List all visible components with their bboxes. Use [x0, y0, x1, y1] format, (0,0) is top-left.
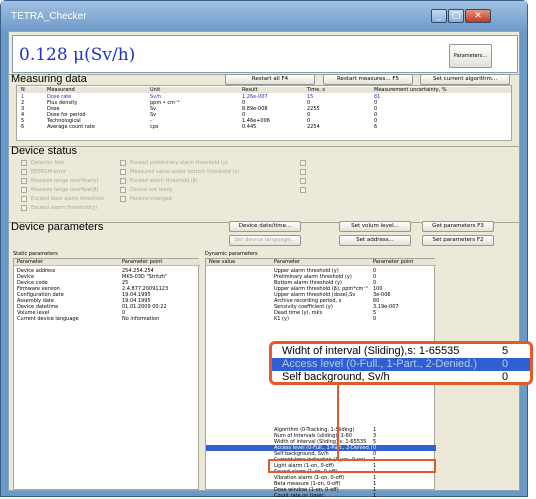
- callout-value: 5: [502, 345, 509, 357]
- table-cell: Count rate on timer:: [274, 493, 325, 499]
- table-cell: 3.19e-007: [373, 304, 399, 310]
- set-algorithm-button[interactable]: Set current algorithm...: [420, 74, 510, 85]
- measuring-table: N Measurand Unit Result Time, s Measurem…: [16, 85, 512, 141]
- table-cell: Average count rate: [47, 124, 95, 130]
- status-label: Measure range overflow(y): [31, 178, 99, 184]
- col-header: Parameter point: [122, 259, 163, 265]
- col-header: Measurement uncertainty, %: [374, 87, 447, 93]
- app-window: TETRA_Checker _ □ ✕ 0.128 μ(Sv/h) Parame…: [0, 0, 528, 499]
- callout-label: Access level (0-Full., 1-Part., 2-Denied…: [282, 358, 478, 370]
- status-checkbox[interactable]: [120, 178, 126, 184]
- status-label: Device not ready: [130, 187, 173, 193]
- col-header: Result: [242, 87, 258, 93]
- device-datetime-button[interactable]: Device date/time...: [229, 221, 301, 232]
- status-checkbox[interactable]: [300, 187, 306, 193]
- table-cell: 01.01.2009 00:22: [122, 304, 167, 310]
- status-label: Measured value under bottom threshold (y…: [130, 169, 240, 175]
- callout-row: Access level (0-Full., 1-Part., 2-Denied…: [272, 358, 530, 371]
- table-header: New value Parameter Parameter point: [206, 259, 436, 266]
- set-address-button[interactable]: Set address...: [339, 235, 411, 246]
- callout-row: Self background, Sv/h 0: [272, 371, 530, 383]
- col-header: Parameter: [274, 259, 301, 265]
- static-title: Static parameters: [13, 251, 58, 257]
- col-header: N: [21, 87, 25, 93]
- title-bar[interactable]: TETRA_Checker _ □ ✕: [1, 1, 527, 31]
- table-header: N Measurand Unit Result Time, s Measurem…: [17, 87, 511, 93]
- status-checkbox[interactable]: [300, 160, 306, 166]
- table-cell: 2254: [307, 124, 320, 130]
- status-checkbox[interactable]: [21, 178, 27, 184]
- table-cell: 0: [373, 316, 377, 322]
- rate-display: 0.128 μ(Sv/h) Parameters...: [12, 35, 518, 73]
- table-row: 6 Average count rate cps 0.445 2254 6: [17, 124, 511, 130]
- status-checkbox[interactable]: [120, 160, 126, 166]
- table-cell: 6: [374, 124, 378, 130]
- main-area: 0.128 μ(Sv/h) Parameters... Measuring da…: [8, 31, 520, 499]
- col-header: Parameter point: [373, 259, 414, 265]
- status-label: Exceed alarm threshold(y): [31, 205, 98, 211]
- status-checkbox[interactable]: [21, 169, 27, 175]
- status-checkbox[interactable]: [21, 160, 27, 166]
- minimize-button[interactable]: _: [431, 9, 447, 23]
- set-language-button[interactable]: Set device language...: [229, 235, 301, 246]
- table-cell: Current device language: [17, 316, 79, 322]
- device-parameters-title: Device parameters: [11, 221, 104, 233]
- status-label: Measure range overflow(β): [31, 187, 99, 193]
- zoom-callout: Widht of interval (Sliding),s: 1-65535 5 A…: [269, 341, 533, 385]
- status-label: Exceed dose alarm threshold: [31, 196, 104, 202]
- callout-connector: [337, 385, 339, 459]
- table-cell: No information: [122, 316, 160, 322]
- status-checkbox[interactable]: [120, 187, 126, 193]
- status-label: Exceed preliminary alarm threshold (y): [130, 160, 228, 166]
- callout-value: 0: [502, 358, 509, 370]
- divider: [9, 146, 519, 147]
- restart-measures-button[interactable]: Restart measures... F5: [323, 74, 413, 85]
- window-title: TETRA_Checker: [11, 11, 87, 22]
- table-cell: 6: [21, 124, 25, 130]
- status-label: Detector fails: [31, 160, 65, 166]
- status-checkbox[interactable]: [120, 196, 126, 202]
- col-header: Measurand: [47, 87, 75, 93]
- col-header: Parameter: [17, 259, 44, 265]
- col-header: Unit: [150, 87, 161, 93]
- set-parameters-button[interactable]: Set parameters F2: [422, 235, 494, 246]
- table-cell: 1: [373, 493, 377, 499]
- status-checkbox[interactable]: [120, 169, 126, 175]
- measuring-data-title: Measuring data: [11, 73, 87, 85]
- status-checkbox[interactable]: [300, 169, 306, 175]
- status-label: EEPROM error: [31, 169, 66, 175]
- status-checkbox[interactable]: [21, 187, 27, 193]
- close-button[interactable]: ✕: [465, 9, 491, 23]
- status-label: Exceed alarm threshold (β): [130, 178, 198, 184]
- status-checkbox[interactable]: [21, 196, 27, 202]
- dose-rate-value: 0.128 μ(Sv/h): [19, 45, 136, 65]
- callout-value: 0: [502, 371, 509, 383]
- callout-label: Self background, Sv/h: [282, 371, 390, 383]
- maximize-button[interactable]: □: [448, 9, 464, 23]
- highlight-box: [268, 459, 436, 473]
- get-parameters-button[interactable]: Get parameters F3: [422, 221, 494, 232]
- table-cell: cps: [150, 124, 159, 130]
- table-cell: K1 (y): [274, 316, 289, 322]
- callout-label: Widht of interval (Sliding),s: 1-65535: [282, 345, 460, 357]
- table-cell: MKS-03D "Stritzh": [122, 274, 168, 280]
- col-header: Time, s: [307, 87, 326, 93]
- parameters-button[interactable]: Parameters...: [449, 44, 492, 68]
- device-status-title: Device status: [11, 145, 78, 157]
- status-checkbox[interactable]: [21, 205, 27, 211]
- status-checkbox[interactable]: [300, 178, 306, 184]
- col-header: New value: [209, 259, 236, 265]
- restart-all-button[interactable]: Restart all F4: [225, 74, 315, 85]
- callout-row: Widht of interval (Sliding),s: 1-65535 5: [272, 345, 530, 358]
- table-cell: 0.445: [242, 124, 257, 130]
- static-table: Parameter Parameter point Device address…: [13, 258, 200, 490]
- table-header: Parameter Parameter point: [14, 259, 200, 266]
- dynamic-title: Dynamic parameters: [205, 251, 258, 257]
- set-volume-button[interactable]: Set volum level...: [339, 221, 411, 232]
- status-label: Params changed: [130, 196, 172, 202]
